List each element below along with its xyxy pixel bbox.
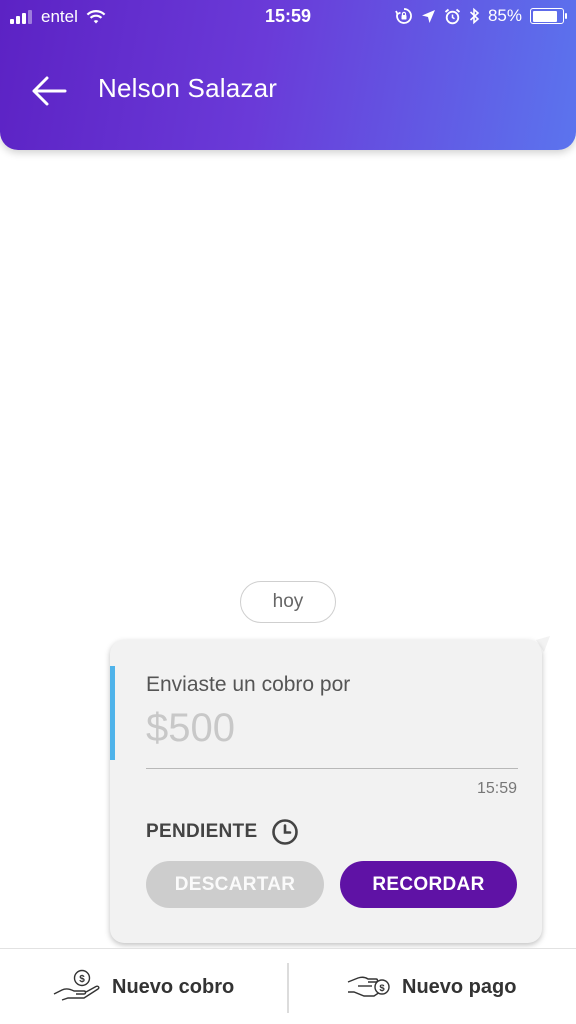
payment-request-message: Enviaste un cobro por $500 15:59 PENDIEN…: [110, 640, 542, 943]
message-accent-bar: [110, 666, 115, 760]
discard-button[interactable]: DESCARTAR: [146, 861, 324, 908]
battery-percent: 85%: [487, 6, 522, 25]
status-bar: entel 15:59 85%: [0, 0, 576, 34]
request-status: PENDIENTE: [146, 818, 299, 846]
remind-button[interactable]: RECORDAR: [340, 861, 517, 908]
bluetooth-icon: [469, 7, 480, 25]
request-amount: $500: [146, 706, 235, 750]
app-header: entel 15:59 85% Nelson Salazar: [0, 0, 576, 150]
svg-text:$: $: [379, 983, 385, 994]
battery-icon: [530, 8, 567, 24]
arrow-left-icon: [32, 76, 67, 106]
status-label: PENDIENTE: [146, 821, 258, 842]
contact-name: Nelson Salazar: [98, 73, 278, 103]
message-caption: Enviaste un cobro por: [146, 673, 351, 696]
svg-text:$: $: [79, 974, 85, 985]
new-charge-label: Nuevo cobro: [112, 975, 235, 998]
bottom-action-bar: $ Nuevo cobro $ Nuevo pago: [0, 948, 576, 1024]
location-icon: [421, 9, 435, 23]
new-payment-button[interactable]: $ Nuevo pago: [346, 949, 516, 1024]
alarm-icon: [444, 8, 461, 24]
new-charge-button[interactable]: $ Nuevo cobro: [52, 949, 234, 1024]
date-separator: hoy: [240, 581, 336, 623]
bottom-bar-divider: [287, 963, 289, 1013]
message-time: 15:59: [476, 780, 517, 797]
new-payment-label: Nuevo pago: [402, 975, 517, 998]
hand-coin-icon: $: [53, 969, 100, 1001]
hand-give-coin-icon: $: [347, 976, 390, 997]
amount-divider: [146, 768, 518, 769]
back-button[interactable]: [28, 70, 70, 112]
clock-icon: [272, 819, 299, 845]
rotation-lock-icon: [395, 8, 412, 24]
